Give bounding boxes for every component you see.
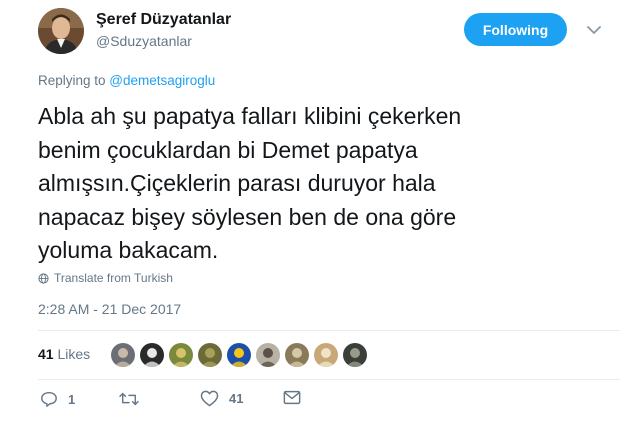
tweet-actions: 1 41 (38, 390, 338, 414)
user-avatar-icon (38, 8, 84, 54)
liker-avatar[interactable] (168, 342, 194, 368)
liker-avatar[interactable] (197, 342, 223, 368)
heart-icon (200, 390, 219, 407)
author-handle[interactable]: @Sduzyatanlar (96, 33, 192, 49)
more-options-button[interactable] (585, 21, 603, 39)
envelope-icon (283, 390, 301, 405)
liker-avatar[interactable] (313, 342, 339, 368)
tweet-text-line: benim çocuklardan bi Demet papatya (38, 136, 418, 163)
likes-label: Likes (53, 346, 91, 362)
author-avatar[interactable] (38, 8, 84, 54)
liker-avatar[interactable] (284, 342, 310, 368)
tweet-text-line: Abla ah şu papatya falları klibini çeker… (38, 103, 462, 129)
tweet-text-line: napacaz bişey söylesen ben de ona göre (38, 203, 457, 230)
tweet-text-line: almışsın.Çiçeklerin parası duruyor hala (38, 170, 436, 196)
translate-link[interactable]: Translate from Turkish (38, 271, 173, 285)
divider (38, 330, 620, 331)
likes-summary[interactable]: 41 Likes (38, 346, 90, 362)
tweet-text-line: yoluma bakacam. (38, 237, 219, 263)
liker-avatar[interactable] (342, 342, 368, 368)
retweet-button[interactable] (118, 390, 150, 408)
liker-avatar[interactable] (110, 342, 136, 368)
reply-icon (41, 391, 57, 407)
like-button[interactable]: 41 (200, 390, 243, 407)
globe-icon (38, 272, 49, 284)
author-display-name[interactable]: Şeref Düzyatanlar (96, 11, 231, 29)
tweet-timestamp[interactable]: 2:28 AM - 21 Dec 2017 (38, 301, 181, 317)
tweet-card: Şeref Düzyatanlar @Sduzyatanlar Followin… (0, 0, 635, 429)
reply-mention-link[interactable]: @demetsagiroglu (109, 73, 215, 88)
direct-message-button[interactable] (283, 390, 301, 405)
reply-button[interactable]: 1 (40, 390, 75, 408)
chevron-down-icon (587, 25, 601, 34)
retweet-icon (119, 392, 139, 406)
translate-label: Translate from Turkish (54, 271, 173, 285)
like-count: 41 (229, 391, 244, 406)
divider (38, 379, 620, 380)
liker-avatar[interactable] (139, 342, 165, 368)
reply-context-prefix: Replying to (38, 73, 110, 88)
liker-avatar[interactable] (226, 342, 252, 368)
reply-context: Replying to @demetsagiroglu (38, 73, 215, 88)
reply-count: 1 (68, 391, 76, 407)
tweet-text: Abla ah şu papatya falları klibini çeker… (38, 100, 618, 268)
likes-count: 41 (38, 346, 54, 362)
following-button[interactable]: Following (464, 13, 567, 46)
liker-avatar[interactable] (255, 342, 281, 368)
